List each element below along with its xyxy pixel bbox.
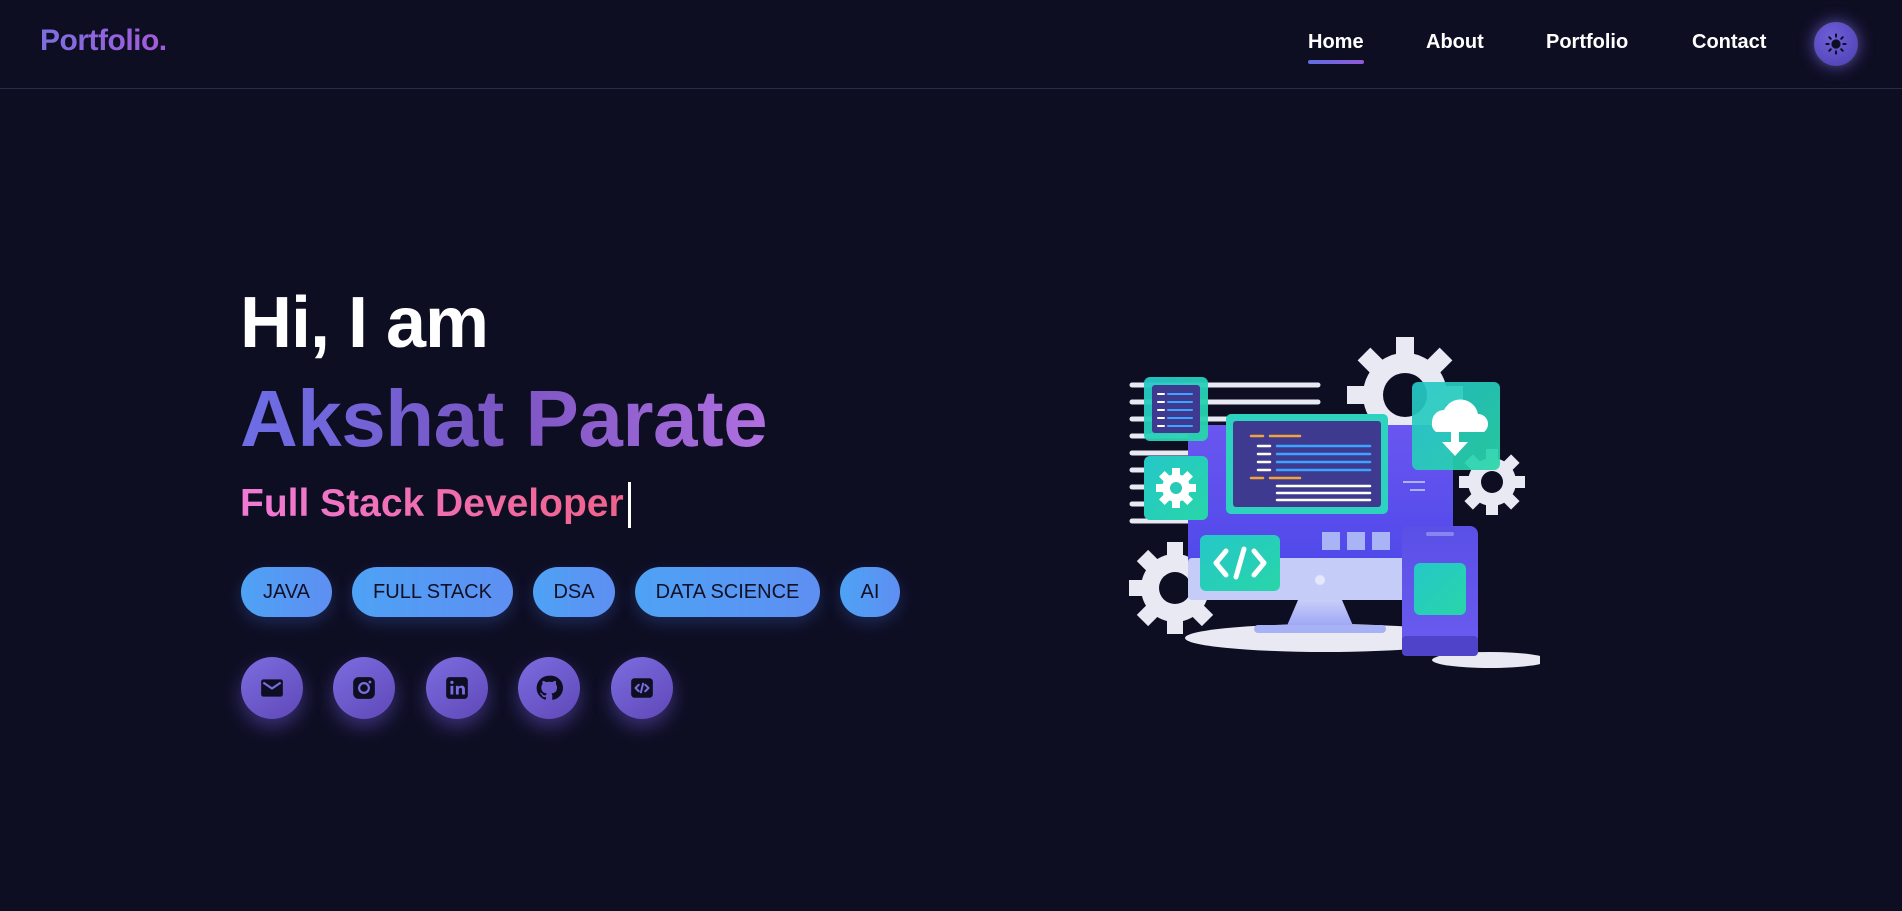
skill-pill-full-stack[interactable]: FULL STACK — [352, 567, 513, 617]
skill-pill-dsa[interactable]: DSA — [533, 567, 615, 617]
nav-link-contact[interactable]: Contact — [1692, 31, 1766, 54]
github-icon — [536, 675, 563, 700]
hero-role: Full Stack Developer — [240, 482, 624, 525]
instagram-icon — [353, 677, 375, 699]
skill-pill-ai[interactable]: AI — [840, 567, 900, 617]
social-linkedin-button[interactable] — [426, 657, 488, 719]
hero-greeting: Hi, I am — [240, 283, 489, 363]
sun-icon — [1825, 33, 1847, 55]
nav-links: Home About Portfolio Contact — [0, 31, 1902, 71]
skill-pill-java[interactable]: JAVA — [241, 567, 332, 617]
linkedin-icon — [446, 677, 468, 699]
hero-role-line: Full Stack Developer — [240, 482, 631, 530]
nav-link-label: Home — [1308, 31, 1364, 53]
hero-name: Akshat Parate — [240, 374, 768, 463]
nav-link-home[interactable]: Home — [1308, 31, 1364, 64]
social-code-button[interactable] — [611, 657, 673, 719]
code-icon — [631, 678, 653, 698]
nav-link-portfolio[interactable]: Portfolio — [1546, 31, 1628, 54]
mail-icon — [261, 679, 283, 697]
theme-toggle-button[interactable] — [1812, 20, 1860, 68]
social-instagram-button[interactable] — [333, 657, 395, 719]
typing-cursor — [627, 482, 631, 528]
skill-pill-data-science[interactable]: DATA SCIENCE — [635, 567, 820, 617]
nav-link-about[interactable]: About — [1426, 31, 1484, 54]
social-github-button[interactable] — [518, 657, 580, 719]
developer-workstation-illustration — [1120, 330, 1548, 675]
social-mail-button[interactable] — [241, 657, 303, 719]
navbar: Portfolio. Home About Portfolio Contact — [0, 0, 1902, 89]
active-nav-indicator — [1308, 60, 1364, 64]
